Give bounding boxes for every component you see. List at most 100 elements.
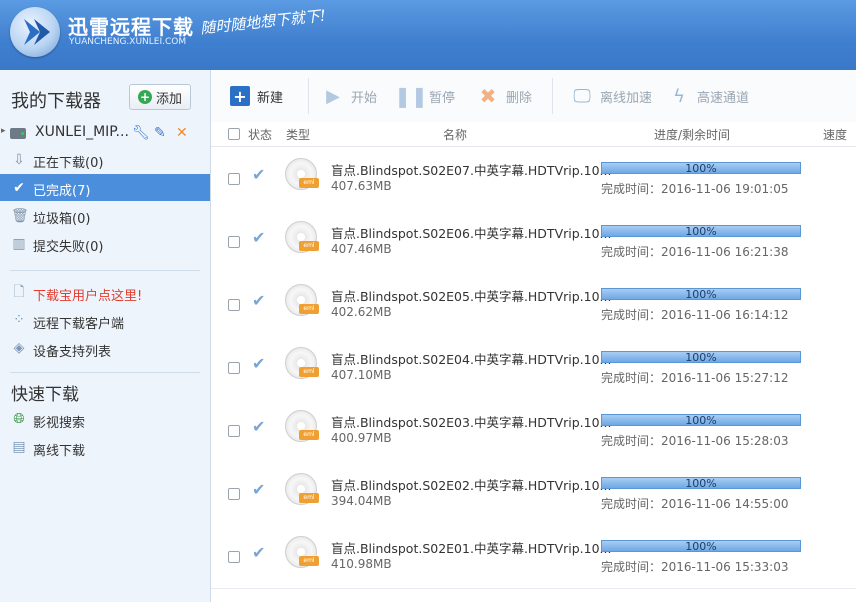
progress-text: 100% [685, 225, 717, 238]
file-name: 盲点.Blindspot.S02E04.中英字幕.HDTVrip.10... [331, 352, 612, 367]
link-xiazaibao[interactable]: 🗋︎ 下载宝用户点这里! [0, 280, 210, 304]
nav-trash[interactable]: 🗑︎ 垃圾箱(0) [0, 202, 210, 229]
table-row[interactable]: ✔ eml 盲点.Blindspot.S02E05.中英字幕.HDTVrip.1… [211, 273, 856, 337]
toolbar-separator [552, 78, 553, 114]
file-name: 盲点.Blindspot.S02E05.中英字幕.HDTVrip.10... [331, 289, 612, 304]
nav-label: 正在下载(0) [33, 156, 104, 171]
table-row[interactable]: ✔ eml 盲点.Blindspot.S02E02.中英字幕.HDTVrip.1… [211, 462, 856, 526]
pause-button[interactable]: ❚❚ 暂停 [394, 84, 456, 108]
nav-label: 已完成(7) [33, 184, 91, 199]
row-checkbox[interactable] [228, 173, 240, 185]
new-icon: + [230, 86, 250, 106]
file-size: 407.10MB [331, 368, 392, 382]
quick-download-title: 快速下载 [11, 385, 79, 405]
fail-icon: ▥ [12, 236, 26, 252]
expand-arrow-icon[interactable]: ▸ [1, 126, 6, 136]
file-size: 394.04MB [331, 494, 392, 508]
file-size: 410.98MB [331, 557, 392, 571]
start-button[interactable]: ▶ 开始 [322, 84, 377, 108]
high-speed-button[interactable]: ϟ 高速通道 [668, 84, 749, 108]
nav-downloading[interactable]: ⇩ 正在下载(0) [0, 146, 210, 173]
finish-time-label: 完成时间： [601, 560, 662, 574]
row-checkbox[interactable] [228, 551, 240, 563]
app-slogan: 随时随地想下就下! [199, 6, 327, 38]
app-header: 迅雷远程下载 YUANCHENG.XUNLEI.COM 随时随地想下就下! [0, 0, 856, 70]
progress-text: 100% [685, 477, 717, 490]
completed-check-icon: ✔ [252, 228, 266, 247]
progress-bar: 100% [601, 351, 801, 364]
progress-text: 100% [685, 540, 717, 553]
row-checkbox[interactable] [228, 362, 240, 374]
finish-time-value: 2016-11-06 15:28:03 [661, 434, 789, 448]
pause-label: 暂停 [429, 90, 456, 106]
header-type: 类型 [286, 128, 311, 142]
finish-time: 完成时间：2016-11-06 15:27:12 [601, 369, 788, 386]
completed-check-icon: ✔ [252, 543, 266, 562]
finish-time-label: 完成时间： [601, 308, 662, 322]
offline-icon: ▤ [12, 439, 26, 455]
monitor-icon: 🖵︎ [573, 85, 591, 107]
finish-time-value: 2016-11-06 19:01:05 [661, 182, 789, 196]
add-downloader-button[interactable]: + 添加 [129, 84, 191, 110]
delete-button[interactable]: ✖ 删除 [477, 84, 532, 108]
app-subtitle: YUANCHENG.XUNLEI.COM [69, 37, 187, 47]
device-name: XUNLEI_MIP... [35, 124, 129, 140]
finish-time: 完成时间：2016-11-06 19:01:05 [601, 180, 788, 197]
progress-text: 100% [685, 288, 717, 301]
plus-icon: + [137, 90, 152, 104]
offline-accel-button[interactable]: 🖵︎ 离线加速 [571, 84, 652, 108]
file-type-tag: eml [299, 304, 319, 314]
table-row[interactable]: ✔ eml 盲点.Blindspot.S02E04.中英字幕.HDTVrip.1… [211, 336, 856, 400]
link-label: 远程下载客户端 [33, 317, 125, 332]
file-name: 盲点.Blindspot.S02E01.中英字幕.HDTVrip.10... [331, 541, 612, 556]
nav-label: 垃圾箱(0) [33, 212, 91, 227]
edit-icon[interactable]: ✎ [154, 125, 166, 141]
device-item[interactable]: ▸ XUNLEI_MIP... 🔧︎ ✎ ✕ [0, 122, 210, 146]
start-label: 开始 [351, 90, 378, 106]
table-row[interactable]: ✔ eml 盲点.Blindspot.S02E01.中英字幕.HDTVrip.1… [211, 525, 856, 589]
table-row[interactable]: ✔ eml 盲点.Blindspot.S02E03.中英字幕.HDTVrip.1… [211, 399, 856, 463]
check-icon: ✔ [13, 180, 25, 196]
finish-time-value: 2016-11-06 15:27:12 [661, 371, 789, 385]
nav-failed[interactable]: ▥ 提交失败(0) [0, 230, 210, 257]
table-row[interactable]: ✔ eml 盲点.Blindspot.S02E07.中英字幕.HDTVrip.1… [211, 147, 856, 211]
progress-bar: 100% [601, 414, 801, 427]
link-label: 下载宝用户点这里! [33, 289, 143, 304]
link-label: 设备支持列表 [33, 345, 112, 360]
wrench-icon[interactable]: 🔧︎ [132, 125, 150, 141]
delete-icon: ✖ [479, 84, 497, 108]
link-video-search[interactable]: 🌐︎ 影视搜索 [0, 407, 210, 431]
link-remote-client[interactable]: ⁘ 远程下载客户端 [0, 308, 210, 332]
link-label: 离线下载 [33, 444, 86, 459]
document-icon: 🗋︎ [13, 284, 25, 300]
nav-completed[interactable]: ✔ 已完成(7) [0, 174, 210, 201]
new-button[interactable]: + 新建 [230, 84, 283, 108]
client-icon: ⁘ [13, 312, 25, 328]
row-checkbox[interactable] [228, 236, 240, 248]
progress-bar: 100% [601, 477, 801, 490]
progress-bar: 100% [601, 162, 801, 175]
nav-label: 提交失败(0) [33, 240, 104, 255]
finish-time-value: 2016-11-06 16:14:12 [661, 308, 789, 322]
link-offline-download[interactable]: ▤ 离线下载 [0, 435, 210, 459]
finish-time-label: 完成时间： [601, 371, 662, 385]
progress-bar: 100% [601, 540, 801, 553]
finish-time: 完成时间：2016-11-06 16:21:38 [601, 243, 788, 260]
link-device-support[interactable]: ◈ 设备支持列表 [0, 336, 210, 360]
select-all-checkbox[interactable] [228, 128, 240, 140]
close-icon[interactable]: ✕ [176, 125, 188, 141]
header-progress: 进度/剩余时间 [654, 128, 731, 142]
completed-check-icon: ✔ [252, 354, 266, 373]
pause-icon: ❚❚ [394, 84, 428, 108]
lightning-icon: ϟ [673, 85, 685, 107]
row-checkbox[interactable] [228, 299, 240, 311]
file-type-tag: eml [299, 493, 319, 503]
row-checkbox[interactable] [228, 488, 240, 500]
file-type-tag: eml [299, 367, 319, 377]
finish-time-label: 完成时间： [601, 182, 662, 196]
add-label: 添加 [155, 91, 182, 107]
table-row[interactable]: ✔ eml 盲点.Blindspot.S02E06.中英字幕.HDTVrip.1… [211, 210, 856, 274]
row-checkbox[interactable] [228, 425, 240, 437]
sidebar-title: 我的下载器 [11, 91, 101, 112]
link-label: 影视搜索 [33, 416, 86, 431]
